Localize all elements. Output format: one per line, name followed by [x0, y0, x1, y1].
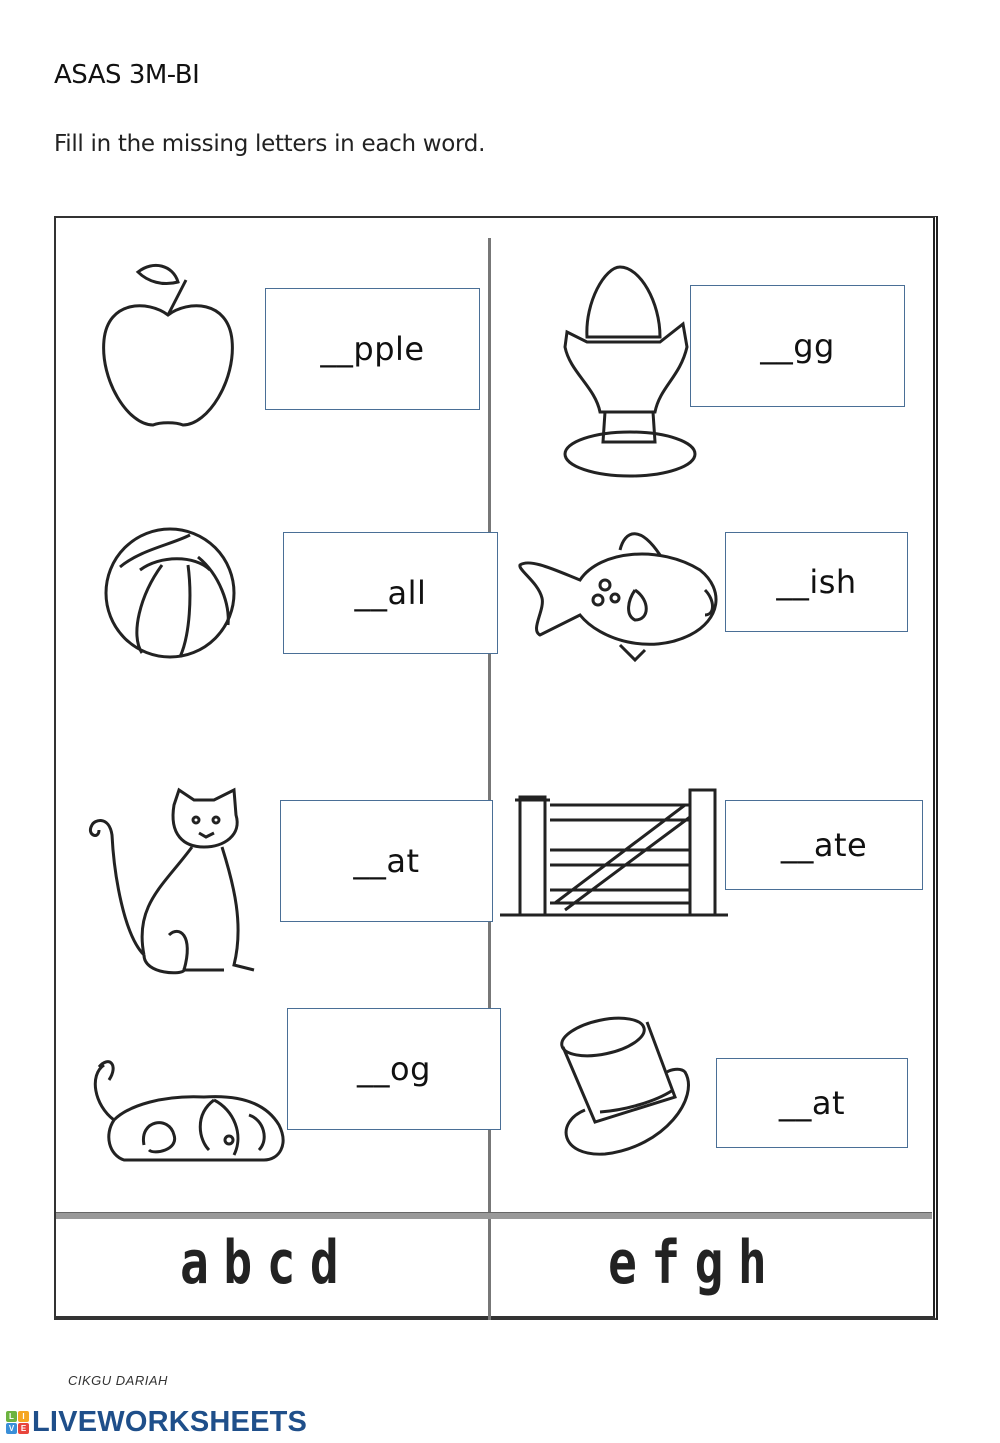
word-fish: __ish [776, 563, 857, 601]
word-dog: __og [357, 1050, 431, 1088]
word-gate: __ate [780, 826, 868, 864]
letter-bank-left: abcd [180, 1228, 354, 1298]
answer-box-dog[interactable]: __og [287, 1008, 501, 1130]
author-credit: CIKGU DARIAH [68, 1373, 168, 1388]
hat-icon [555, 1012, 700, 1162]
word-apple: __pple [320, 330, 425, 368]
answer-box-egg[interactable]: __gg [690, 285, 905, 407]
logo-letter-e: E [18, 1423, 29, 1434]
liveworksheets-logo[interactable]: L I V E LIVEWORKSHEETS [6, 1406, 307, 1439]
fish-icon [510, 520, 725, 665]
word-ball: __all [354, 574, 427, 612]
gate-icon [500, 785, 730, 920]
answer-box-apple[interactable]: __pple [265, 288, 480, 410]
answer-box-hat[interactable]: __at [716, 1058, 908, 1148]
word-egg: __gg [760, 327, 835, 365]
column-divider [488, 238, 491, 1320]
dog-icon [84, 1055, 294, 1170]
logo-letter-l: L [6, 1411, 17, 1422]
letter-bank-divider [56, 1212, 932, 1219]
logo-letter-v: V [6, 1423, 17, 1434]
answer-box-gate[interactable]: __ate [725, 800, 923, 890]
answer-box-cat[interactable]: __at [280, 800, 493, 922]
liveworksheets-logo-icon: L I V E [6, 1411, 29, 1434]
cat-icon [84, 785, 264, 985]
logo-letter-i: I [18, 1411, 29, 1422]
letter-bank-right: efgh [608, 1228, 782, 1298]
ball-icon [100, 525, 240, 665]
worksheet-title: ASAS 3M-BI [54, 60, 200, 90]
word-cat: __at [353, 842, 420, 880]
liveworksheets-brand-text: LIVEWORKSHEETS [32, 1406, 308, 1438]
word-hat: __at [778, 1084, 846, 1122]
egg-icon [555, 262, 700, 487]
answer-box-fish[interactable]: __ish [725, 532, 908, 632]
instruction-text: Fill in the missing letters in each word… [54, 131, 486, 157]
apple-icon [98, 260, 238, 430]
answer-box-ball[interactable]: __all [283, 532, 498, 654]
